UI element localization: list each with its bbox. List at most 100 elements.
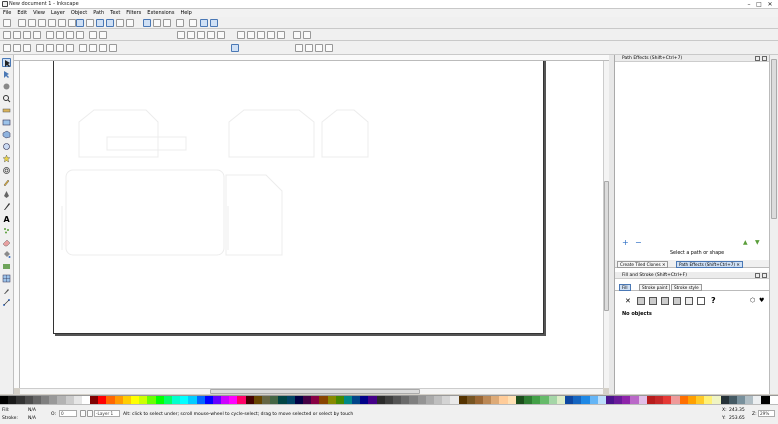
snap-text-anchor-icon[interactable] (176, 19, 184, 27)
lower-to-bottom-icon[interactable] (109, 44, 117, 52)
palette-swatch[interactable] (769, 396, 778, 404)
undo-icon[interactable] (66, 31, 74, 39)
ungroup-icon[interactable] (187, 31, 195, 39)
palette-swatch[interactable] (712, 396, 721, 404)
save-icon[interactable] (23, 31, 31, 39)
palette-swatch[interactable] (73, 396, 82, 404)
pen-tool-icon[interactable] (2, 190, 11, 199)
palette-swatch[interactable] (81, 396, 91, 404)
palette-swatch[interactable] (646, 396, 655, 404)
transform-patterns-icon[interactable] (325, 44, 333, 52)
move-effect-down-icon[interactable]: ▼ (755, 239, 760, 246)
print-icon[interactable] (33, 31, 41, 39)
redo-icon[interactable] (76, 31, 84, 39)
raise-to-top-icon[interactable] (79, 44, 87, 52)
palette-swatch[interactable] (401, 396, 410, 404)
text-dialog-icon[interactable] (247, 31, 255, 39)
snap-grid-icon[interactable] (153, 19, 161, 27)
palette-swatch[interactable] (155, 396, 164, 404)
palette-swatch[interactable] (253, 396, 262, 404)
palette-swatch[interactable] (442, 396, 451, 404)
select-all-icon[interactable] (3, 44, 11, 52)
snap-center-icon[interactable] (68, 19, 76, 27)
select-all-layers-icon[interactable] (13, 44, 21, 52)
snap-bbox-edge-icon[interactable] (86, 19, 94, 27)
move-effect-up-icon[interactable]: ▲ (743, 239, 748, 246)
tab-tiled-clones[interactable]: Create Tiled Clones ✕ (617, 261, 669, 268)
canvas[interactable] (20, 61, 603, 388)
menu-object[interactable]: Object (68, 10, 90, 16)
opacity-field[interactable]: 0 (59, 410, 77, 417)
palette-swatch[interactable] (695, 396, 705, 404)
palette-swatch[interactable] (131, 396, 140, 404)
lock-ratio-icon[interactable] (231, 44, 239, 52)
menu-view[interactable]: View (30, 10, 48, 16)
menu-edit[interactable]: Edit (14, 10, 30, 16)
snap-alignment-icon[interactable] (200, 19, 208, 27)
palette-swatch[interactable] (499, 396, 508, 404)
palette-swatch[interactable] (474, 396, 484, 404)
mesh-tool-icon[interactable] (2, 274, 11, 283)
evenodd-rule-icon[interactable]: ⬡ (750, 297, 755, 304)
tab-fill[interactable]: Fill (619, 284, 631, 291)
flip-horizontal-icon[interactable] (56, 44, 64, 52)
palette-swatch[interactable] (704, 396, 713, 404)
palette-swatch[interactable] (540, 396, 549, 404)
linear-gradient-icon[interactable] (649, 297, 657, 305)
palette-swatch[interactable] (294, 396, 303, 404)
fill-stroke-dialog-icon[interactable] (237, 31, 245, 39)
palette-swatch[interactable] (204, 396, 213, 404)
palette-swatch[interactable] (409, 396, 418, 404)
palette-swatch[interactable] (229, 396, 238, 404)
palette-swatch[interactable] (286, 396, 295, 404)
palette-swatch[interactable] (581, 396, 590, 404)
mesh-gradient-icon[interactable] (673, 297, 681, 305)
path-effects-close-icon[interactable] (762, 56, 767, 61)
snap-toggle-icon[interactable] (3, 19, 11, 27)
palette-swatch[interactable] (147, 396, 156, 404)
zoom-page-icon[interactable] (217, 31, 225, 39)
paint-bucket-tool-icon[interactable] (2, 250, 11, 259)
palette-swatch[interactable] (171, 396, 181, 404)
menu-extensions[interactable]: Extensions (144, 10, 177, 16)
measure-tool-icon[interactable] (2, 106, 11, 115)
snap-distribution-icon[interactable] (210, 19, 218, 27)
palette-swatch[interactable] (515, 396, 524, 404)
scale-stroke-icon[interactable] (295, 44, 303, 52)
palette-swatch[interactable] (57, 396, 66, 404)
palette-swatch[interactable] (0, 396, 9, 404)
palette-swatch[interactable] (212, 396, 222, 404)
unset-paint-icon[interactable]: ? (711, 296, 716, 305)
export-icon[interactable] (56, 31, 64, 39)
palette-swatch[interactable] (139, 396, 148, 404)
palette-swatch[interactable] (384, 396, 393, 404)
palette-swatch[interactable] (114, 396, 123, 404)
palette-swatch[interactable] (532, 396, 541, 404)
palette-swatch[interactable] (245, 396, 254, 404)
horizontal-scroll-thumb[interactable] (210, 389, 420, 394)
palette-swatch[interactable] (32, 396, 41, 404)
box3d-tool-icon[interactable] (2, 130, 11, 139)
palette-swatch[interactable] (311, 396, 320, 404)
paste-icon[interactable] (99, 31, 107, 39)
snap-path-intersection-icon[interactable] (106, 19, 114, 27)
palette-swatch[interactable] (630, 396, 639, 404)
palette-swatch[interactable] (491, 396, 500, 404)
snap-bbox-icon[interactable] (76, 19, 84, 27)
menu-text[interactable]: Text (107, 10, 123, 16)
palette-swatch[interactable] (736, 396, 746, 404)
snap-rotation-center-icon[interactable] (116, 19, 124, 27)
snap-text-baseline-icon[interactable] (163, 19, 171, 27)
menu-layer[interactable]: Layer (48, 10, 68, 16)
palette-swatch[interactable] (433, 396, 443, 404)
tweak-tool-icon[interactable] (2, 82, 11, 91)
star-tool-icon[interactable] (2, 154, 11, 163)
connector-tool-icon[interactable] (2, 298, 11, 307)
flat-color-icon[interactable] (637, 297, 645, 305)
text-tool-icon[interactable]: A (2, 214, 11, 223)
palette-swatch[interactable] (450, 396, 459, 404)
xml-editor-icon[interactable] (267, 31, 275, 39)
snap-smooth-icon[interactable] (48, 19, 56, 27)
palette-swatch[interactable] (564, 396, 574, 404)
palette-swatch[interactable] (376, 396, 385, 404)
